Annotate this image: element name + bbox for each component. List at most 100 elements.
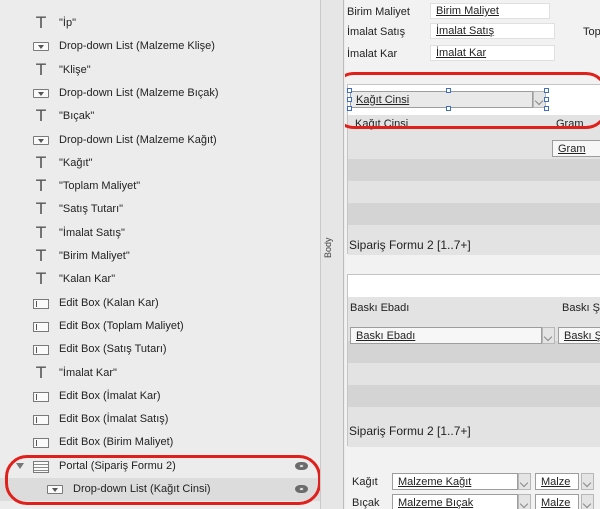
object-list-item-text[interactable]: T "Klişe" bbox=[0, 59, 320, 82]
selection-handle[interactable] bbox=[347, 97, 352, 102]
bicak-label: Bıçak bbox=[352, 497, 380, 509]
object-list-item-text[interactable]: T "Bıçak" bbox=[0, 105, 320, 128]
object-list-item-text[interactable]: T "Satış Tutarı" bbox=[0, 198, 320, 221]
object-list-item-label: Drop-down List (Kağıt Cinsi) bbox=[73, 483, 211, 495]
body-part-separator[interactable]: Body bbox=[321, 0, 344, 509]
layout-canvas: Birim Maliyet Birim Maliyet İmalat Satış… bbox=[345, 0, 600, 509]
object-list-item-text[interactable]: T "Kalan Kar" bbox=[0, 268, 320, 291]
object-list-item-label: "İmalat Satış" bbox=[59, 226, 125, 239]
malzeme-bicak-extra-field[interactable]: Malze bbox=[535, 494, 579, 509]
portal2-footer: Sipariş Formu 2 [1..7+] bbox=[349, 424, 471, 438]
birim-maliyet-label: Birim Maliyet bbox=[347, 6, 410, 18]
selection-handle[interactable] bbox=[544, 88, 549, 93]
baski-s-dropdown[interactable]: Baskı Ş bbox=[558, 327, 600, 344]
object-list-item-dropdown[interactable]: Drop-down List (Malzeme Klişe) bbox=[0, 35, 320, 58]
birim-maliyet-field[interactable]: Birim Maliyet bbox=[430, 3, 550, 19]
object-list-item-text[interactable]: T "Kağıt" bbox=[0, 152, 320, 175]
portal-row bbox=[348, 407, 600, 421]
object-list-item-label: Edit Box (Satış Tutarı) bbox=[59, 343, 167, 356]
object-list-item-label: "Satış Tutarı" bbox=[59, 203, 124, 216]
portal-icon bbox=[33, 461, 49, 473]
visibility-eye-icon[interactable] bbox=[295, 485, 308, 493]
object-list-item-text[interactable]: T "Birim Maliyet" bbox=[0, 245, 320, 268]
baski-ebadi-dropdown[interactable]: Baskı Ebadı bbox=[350, 327, 542, 344]
disclosure-triangle-icon[interactable] bbox=[16, 463, 24, 469]
text-object-icon: T bbox=[36, 13, 46, 32]
object-list-item-label: "Bıçak" bbox=[59, 110, 95, 123]
object-list-item-label: "Birim Maliyet" bbox=[59, 250, 130, 262]
kagit-cinsi-dropdown[interactable]: Kağıt Cinsi bbox=[350, 91, 533, 108]
edit-box-icon bbox=[33, 438, 49, 449]
malzeme-kagit-value: Malzeme Kağıt bbox=[398, 476, 472, 488]
selection-handle[interactable] bbox=[347, 106, 352, 111]
object-list-item-text[interactable]: T "Toplam Maliyet" bbox=[0, 175, 320, 198]
edit-box-icon bbox=[33, 415, 49, 426]
malzeme-bicak-dropdown-button[interactable] bbox=[518, 494, 531, 509]
dropdown-list-icon bbox=[33, 42, 49, 52]
imalat-kar-label: İmalat Kar bbox=[347, 48, 398, 60]
text-object-icon: T bbox=[36, 106, 46, 126]
gram-field-value: Gram bbox=[558, 143, 586, 155]
object-list-item-label: Edit Box (Kalan Kar) bbox=[59, 296, 159, 309]
visibility-eye-icon[interactable] bbox=[295, 462, 308, 470]
object-list-item-text[interactable]: T "İmalat Satış" bbox=[0, 222, 320, 245]
object-list-item-editbox[interactable]: Edit Box (Kalan Kar) bbox=[0, 292, 320, 315]
malzeme-bicak-extra-value: Malze bbox=[541, 497, 571, 509]
imalat-kar-field[interactable]: İmalat Kar bbox=[430, 45, 555, 61]
object-list-item-editbox[interactable]: Edit Box (Birim Maliyet) bbox=[0, 431, 320, 454]
object-list-item-editbox[interactable]: Edit Box (Toplam Maliyet) bbox=[0, 315, 320, 338]
dropdown-list-icon bbox=[33, 135, 49, 145]
selection-handle[interactable] bbox=[347, 88, 352, 93]
malzeme-bicak-dropdown[interactable]: Malzeme Bıçak bbox=[392, 494, 518, 509]
malzeme-kagit-dropdown[interactable]: Malzeme Kağıt bbox=[392, 473, 518, 490]
edit-box-icon bbox=[33, 391, 49, 402]
gram-header: Gram bbox=[556, 118, 584, 130]
text-object-icon: T bbox=[36, 152, 46, 172]
object-list-item-label: "Kalan Kar" bbox=[59, 273, 116, 286]
imalat-satis-field[interactable]: İmalat Satış bbox=[430, 23, 555, 39]
baski-ebadi-dropdown-button[interactable] bbox=[542, 327, 555, 344]
object-list-item-editbox[interactable]: Edit Box (İmalat Kar) bbox=[0, 385, 320, 408]
malzeme-kagit-extra-field[interactable]: Malze bbox=[535, 473, 579, 490]
portal-row bbox=[348, 341, 600, 363]
malzeme-kagit-dropdown-button[interactable] bbox=[518, 473, 531, 490]
portal-siparis-formu-2[interactable] bbox=[347, 274, 600, 447]
dropdown-list-icon bbox=[33, 88, 49, 98]
object-list-item-dropdown[interactable]: Drop-down List (Malzeme Kağıt) bbox=[0, 129, 320, 152]
object-list-item-label: "İp" bbox=[59, 17, 76, 29]
object-list-item-text[interactable]: T "İp" bbox=[0, 12, 320, 35]
object-list-item-editbox[interactable]: Edit Box (Satış Tutarı) bbox=[0, 338, 320, 361]
object-list-item-text[interactable]: T "İmalat Kar" bbox=[0, 362, 320, 385]
text-object-icon: T bbox=[36, 59, 46, 79]
text-object-icon: T bbox=[36, 199, 46, 219]
objects-panel: T "İp" Drop-down List (Malzeme Klişe) T "Kli… bbox=[0, 0, 321, 509]
selection-handle[interactable] bbox=[544, 97, 549, 102]
object-list-item-editbox[interactable]: Edit Box (İmalat Satış) bbox=[0, 408, 320, 431]
baski-s-header: Baskı Ş bbox=[562, 302, 600, 314]
text-object-icon: T bbox=[36, 222, 46, 242]
portal-siparis-formu-1[interactable] bbox=[347, 84, 600, 255]
object-list-item-label: Portal (Sipariş Formu 2) bbox=[59, 460, 176, 472]
object-list-item-label: "İmalat Kar" bbox=[59, 366, 117, 379]
text-object-icon: T bbox=[36, 176, 46, 196]
object-list-item-label: Drop-down List (Malzeme Kağıt) bbox=[59, 133, 217, 146]
malzeme-bicak-extra-button[interactable] bbox=[581, 494, 594, 509]
imalat-kar-value: İmalat Kar bbox=[436, 47, 487, 59]
object-list-item-dropdown[interactable]: Drop-down List (Malzeme Bıçak) bbox=[0, 82, 320, 105]
portal-row bbox=[348, 385, 600, 407]
selection-handle[interactable] bbox=[544, 106, 549, 111]
object-list-item-label: Edit Box (İmalat Satış) bbox=[59, 413, 169, 426]
object-list-item-portal[interactable]: Portal (Sipariş Formu 2) bbox=[0, 455, 320, 478]
malzeme-bicak-value: Malzeme Bıçak bbox=[398, 497, 474, 509]
selection-handle[interactable] bbox=[446, 106, 451, 111]
object-list-item-label: Edit Box (Toplam Maliyet) bbox=[59, 319, 184, 332]
portal-row bbox=[348, 181, 600, 203]
portal-row bbox=[348, 159, 600, 181]
text-object-icon: T bbox=[36, 362, 46, 382]
gram-field[interactable]: Gram bbox=[552, 140, 600, 157]
malzeme-kagit-extra-button[interactable] bbox=[581, 473, 594, 490]
object-list-item-dropdown[interactable]: Drop-down List (Kağıt Cinsi) bbox=[0, 478, 320, 501]
selection-handle[interactable] bbox=[446, 88, 451, 93]
malzeme-kagit-extra-value: Malze bbox=[541, 476, 571, 488]
text-object-icon: T bbox=[36, 269, 46, 289]
